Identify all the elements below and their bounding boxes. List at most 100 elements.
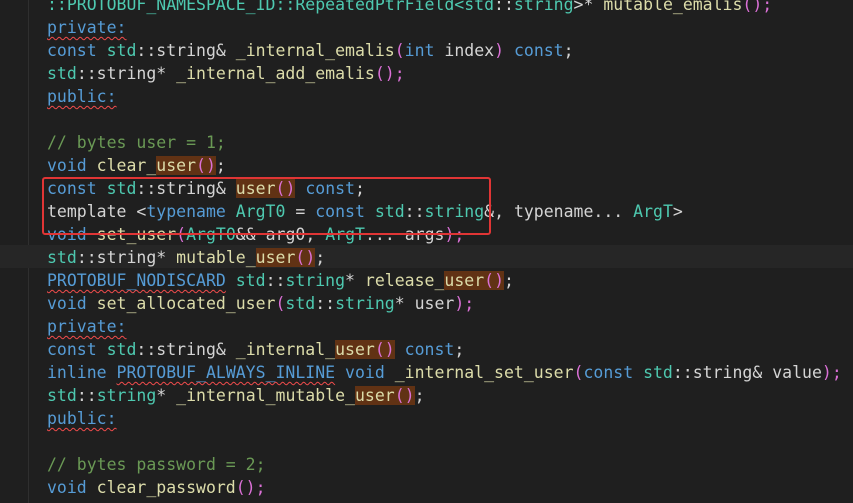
code-token: ::	[315, 294, 336, 313]
code-token: PROTOBUF_ALWAYS_INLINE	[116, 363, 336, 382]
code-token: _internal_set_user	[394, 363, 574, 382]
code-token: private:	[47, 18, 127, 37]
code-token: void	[47, 478, 97, 497]
code-token: void	[47, 156, 97, 175]
code-token: >	[672, 202, 683, 221]
code-line[interactable]: void clear_user();	[47, 154, 842, 177]
code-line[interactable]: void clear_password();	[47, 476, 842, 499]
code-token: ArgT	[633, 202, 673, 221]
code-token: (	[573, 363, 584, 382]
code-token: set_allocated_user	[96, 294, 276, 313]
code-line[interactable]: // bytes user = 1;	[47, 131, 842, 154]
code-token: );	[454, 294, 475, 313]
code-token: ::	[494, 0, 514, 14]
code-token: ;	[454, 340, 465, 359]
code-token: ::string*	[76, 248, 177, 267]
code-token: std	[47, 248, 77, 267]
code-token: ::PROTOBUF_NAMESPACE_ID::RepeatedPtrFiel…	[47, 0, 465, 14]
code-token: ::string&	[136, 340, 236, 359]
code-line[interactable]: // bytes password = 2;	[47, 453, 842, 476]
code-token: void	[335, 363, 395, 382]
code-token: *	[345, 271, 365, 290]
code-token: >*	[573, 0, 604, 14]
code-token: ::string*	[76, 64, 177, 83]
code-token: // bytes password = 2;	[47, 455, 266, 474]
code-line[interactable]: void set_allocated_user(std::string* use…	[47, 292, 842, 315]
code-line[interactable]	[47, 108, 842, 131]
code-token: PROTOBUF_NODISCARD	[47, 271, 226, 290]
code-token: string	[513, 0, 574, 14]
code-token: std	[643, 363, 673, 382]
code-token: _internal_	[235, 340, 336, 359]
code-token: ()	[196, 156, 216, 175]
code-token: user	[156, 156, 197, 175]
code-token: _internal_mutable_	[176, 386, 355, 405]
code-token: string	[285, 271, 346, 290]
code-token: _internal_add_emalis	[176, 64, 375, 83]
code-line[interactable]: std::string* mutable_user();	[47, 246, 842, 269]
code-token: string	[335, 294, 395, 313]
code-token: (	[394, 41, 405, 60]
code-token: inline	[47, 363, 117, 382]
code-line[interactable]: private:	[47, 315, 842, 338]
code-token: mutable_emalis	[603, 0, 743, 14]
code-token: value	[772, 363, 822, 382]
code-token: index	[444, 41, 495, 60]
code-token: std	[106, 41, 137, 60]
code-line[interactable]	[47, 430, 842, 453]
code-token: ()	[394, 386, 415, 405]
code-token: std	[47, 64, 77, 83]
code-line[interactable]: inline PROTOBUF_ALWAYS_INLINE void _inte…	[47, 361, 842, 384]
code-token: mutable_	[176, 248, 256, 267]
code-token: ;	[414, 386, 425, 405]
code-token: // bytes user = 1;	[47, 133, 226, 152]
code-token: std	[464, 0, 495, 14]
code-line[interactable]: public:	[47, 407, 842, 430]
code-line[interactable]: const std::string& _internal_emalis(int …	[47, 39, 842, 62]
annotation-rectangle	[42, 177, 491, 235]
code-token: ();	[742, 0, 773, 14]
code-token: const	[583, 363, 644, 382]
code-token: user	[255, 248, 296, 267]
code-token: int	[404, 41, 445, 60]
code-token: ();	[235, 478, 266, 497]
code-line[interactable]: ::PROTOBUF_NAMESPACE_ID::RepeatedPtrFiel…	[47, 0, 842, 16]
code-token: ;	[315, 248, 326, 267]
code-line[interactable]: std::string* _internal_mutable_user();	[47, 384, 842, 407]
code-editor[interactable]: ::PROTOBUF_NAMESPACE_ID::RepeatedPtrFiel…	[47, 0, 842, 499]
code-token: const	[504, 41, 564, 60]
code-token: ;	[563, 41, 574, 60]
code-token: _internal_emalis	[235, 41, 395, 60]
code-token: );	[821, 363, 842, 382]
code-token: *	[156, 386, 177, 405]
code-token: string	[96, 386, 157, 405]
code-token: (	[275, 294, 286, 313]
code-token: const	[394, 340, 455, 359]
code-line[interactable]: const std::string& _internal_user() cons…	[47, 338, 842, 361]
code-token: ;	[215, 156, 226, 175]
code-token: std	[106, 340, 137, 359]
code-token: clear_	[96, 156, 157, 175]
code-line[interactable]: std::string* _internal_add_emalis();	[47, 62, 842, 85]
code-token: )	[494, 41, 505, 60]
code-token: user	[354, 386, 395, 405]
code-line[interactable]: public:	[47, 85, 842, 108]
code-line[interactable]: PROTOBUF_NODISCARD std::string* release_…	[47, 269, 842, 292]
code-token: clear_password	[96, 478, 236, 497]
code-token: void	[47, 294, 97, 313]
code-token: std	[47, 386, 77, 405]
code-token: release_	[364, 271, 445, 290]
code-token: ::	[76, 386, 97, 405]
code-token: user	[335, 340, 375, 359]
code-token: ::	[265, 271, 286, 290]
code-token: std	[285, 294, 316, 313]
code-token: user	[444, 271, 485, 290]
code-token: ();	[374, 64, 405, 83]
code-token: public:	[47, 87, 117, 106]
code-token: private:	[47, 317, 127, 336]
code-token: const	[47, 41, 107, 60]
code-line[interactable]: private:	[47, 16, 842, 39]
code-token: &, typename...	[484, 202, 634, 221]
code-token: ;	[504, 271, 514, 290]
